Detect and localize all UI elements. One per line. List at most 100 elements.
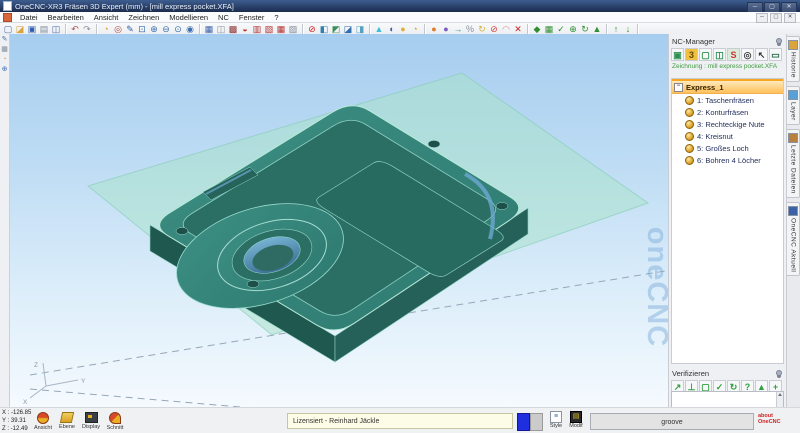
coord-y: Y : 39.31 (2, 418, 31, 426)
grid-icon[interactable]: ▦ (0, 45, 9, 55)
nc-report-icon[interactable]: ◫ (713, 48, 726, 61)
tree-item-grosses-loch[interactable]: 5: Großes Loch (672, 142, 783, 154)
view-sphere-icon (37, 412, 49, 424)
tree-item-rechteckige-nute[interactable]: 3: Rechteckige Nute (672, 118, 783, 130)
document-icon (3, 13, 12, 22)
button-label: Display (82, 424, 100, 430)
minimize-button[interactable]: ─ (747, 2, 763, 13)
toolbar-separator (527, 24, 528, 34)
operation-icon (685, 144, 694, 153)
nc-screen-icon[interactable]: ▭ (769, 48, 782, 61)
toolbar-separator (65, 24, 66, 34)
mdi-minimize-button[interactable]: ─ (756, 13, 768, 23)
layer-icon (788, 90, 798, 100)
operation-icon (685, 108, 694, 117)
nc-3d-mode-icon[interactable]: 3 (685, 48, 698, 61)
nc-post-s-icon[interactable]: S (727, 48, 740, 61)
construction-line (30, 389, 240, 407)
menu-item-modellieren[interactable]: Modellieren (164, 12, 213, 23)
title-bar: OneCNC-XR3 Fräsen 3D Expert (mm) - [mill… (0, 0, 800, 12)
nc-manager-toolbar: ▣3▢◫S◎↖▭ (669, 47, 786, 62)
nc-select-icon[interactable]: ↖ (755, 48, 768, 61)
menu-item-ansicht[interactable]: Ansicht (89, 12, 124, 23)
snap-icon[interactable]: ◔ (0, 55, 9, 65)
ansicht-button[interactable]: Ansicht (32, 412, 54, 431)
viewport[interactable]: Z Y X oneCNC (10, 34, 668, 407)
schnitt-button[interactable]: Schnitt (104, 412, 126, 431)
tab-label: Layer (790, 102, 797, 121)
collapse-icon[interactable]: − (674, 83, 683, 92)
menu-item-hilfe[interactable]: ? (269, 12, 283, 23)
coord-x: X : -126.85 (2, 410, 31, 418)
plane-icon (60, 412, 74, 423)
section-icon (109, 412, 121, 424)
command-input[interactable]: groove (590, 413, 754, 430)
line-style-icon: ≡ (550, 411, 562, 423)
tab-onecnc-aktuell[interactable]: OneCNC Aktuell (787, 202, 800, 276)
maximize-button[interactable]: ▢ (764, 2, 780, 13)
color-swatch-blue[interactable] (517, 413, 530, 431)
viewport-watermark: oneCNC (637, 212, 668, 362)
about-onecnc-link[interactable]: about OneCNC (758, 413, 781, 426)
verify-panel: Verifizieren ↗⊥▢✓↻?▲+ (668, 366, 786, 412)
tree-item-kreisnut[interactable]: 4: Kreisnut (672, 130, 783, 142)
display-button[interactable]: Display (80, 412, 102, 430)
menu-item-zeichnen[interactable]: Zeichnen (123, 12, 164, 23)
operation-icon (685, 156, 694, 165)
tree-item-taschenfraesen[interactable]: 1: Taschenfräsen (672, 94, 783, 106)
tab-label: OneCNC Aktuell (790, 218, 797, 272)
scroll-up-icon[interactable] (778, 393, 782, 396)
tab-historie[interactable]: Historie (787, 36, 800, 82)
app-icon (3, 1, 12, 11)
about-line: OneCNC (758, 419, 781, 425)
drill-hole[interactable] (428, 140, 440, 147)
3d-canvas[interactable]: Z Y X (10, 34, 668, 407)
menu-item-bearbeiten[interactable]: Bearbeiten (43, 12, 89, 23)
modify-icon: ▤ (570, 411, 582, 423)
magnify-icon[interactable]: ⊕ (0, 65, 9, 75)
menu-item-fenster[interactable]: Fenster (234, 12, 269, 23)
button-label: Modif (569, 423, 582, 429)
style-button[interactable]: ≡ Style (546, 411, 566, 429)
operation-icon (685, 132, 694, 141)
mdi-close-button[interactable]: ✕ (784, 13, 796, 23)
button-label: Schnitt (107, 425, 124, 431)
tree-item-bohren-4-loecher[interactable]: 6: Bohren 4 Löcher (672, 154, 783, 166)
drill-hole[interactable] (247, 280, 259, 287)
ebene-button[interactable]: Ebene (56, 412, 78, 430)
drill-hole[interactable] (496, 202, 508, 209)
tree-item-label: 2: Konturfräsen (697, 108, 748, 117)
toolbar-separator (369, 24, 370, 34)
license-field: Lizensiert - Reinhard Jäckle (287, 413, 513, 429)
mdi-restore-button[interactable]: ▢ (770, 13, 782, 23)
drill-hole[interactable] (176, 227, 188, 234)
modif-button[interactable]: ▤ Modif (566, 411, 586, 429)
toolbar-separator (96, 24, 97, 34)
menu-item-nc[interactable]: NC (213, 12, 234, 23)
window-title: OneCNC-XR3 Fräsen 3D Expert (mm) - [mill… (15, 2, 234, 11)
operation-icon (685, 96, 694, 105)
tree-root-express1[interactable]: − Express_1 (672, 79, 783, 94)
toolbar-separator (606, 24, 607, 34)
monitor-icon (85, 412, 98, 423)
coordinate-readout: X : -126.85 Y : 39.31 Z : -12.49 (2, 410, 31, 433)
nc-manager-title: NC-Manager (672, 37, 715, 46)
close-button[interactable]: ✕ (781, 2, 797, 13)
nc-stock-icon[interactable]: ▢ (699, 48, 712, 61)
button-label: Style (550, 423, 562, 429)
nc-new-group-icon[interactable]: ▣ (671, 48, 684, 61)
color-swatch-gray[interactable] (530, 413, 543, 431)
side-tab-strip: Historie Layer Letzte Dateien OneCNC Akt… (786, 34, 800, 407)
nc-find-icon[interactable]: ◎ (741, 48, 754, 61)
tree-item-konturfraesen[interactable]: 2: Konturfräsen (672, 106, 783, 118)
onecnc-news-icon (788, 206, 798, 216)
sketch-icon[interactable]: ✎ (0, 35, 9, 45)
tab-letzte-dateien[interactable]: Letzte Dateien (787, 129, 800, 198)
tab-layer[interactable]: Layer (787, 86, 800, 125)
pin-icon[interactable] (776, 38, 782, 44)
button-label: Ebene (59, 424, 75, 430)
menu-item-datei[interactable]: Datei (15, 12, 43, 23)
status-bar: X : -126.85 Y : 39.31 Z : -12.49 Ansicht… (0, 407, 800, 433)
tree-item-label: 3: Rechteckige Nute (697, 120, 765, 129)
pin-icon[interactable] (776, 370, 782, 376)
